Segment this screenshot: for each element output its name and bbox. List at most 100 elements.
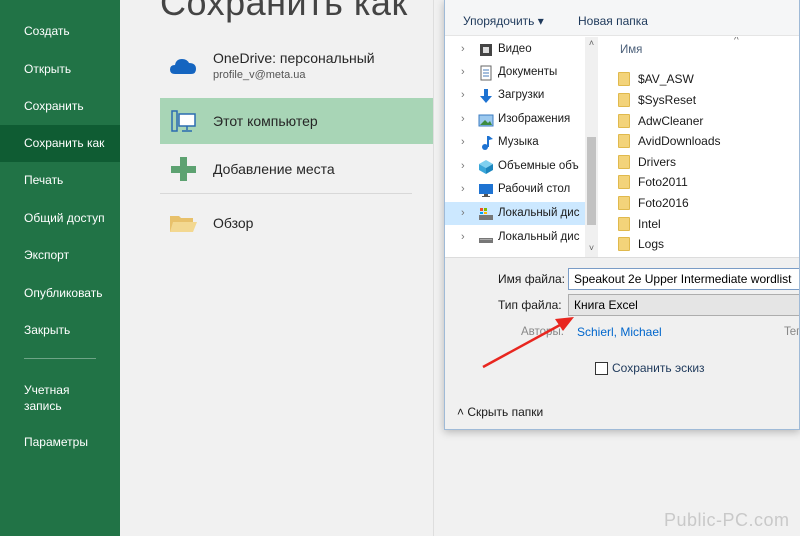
- nav-save[interactable]: Сохранить: [0, 88, 120, 125]
- tree-label: Изображения: [498, 113, 571, 125]
- tree-label: Локальный дис: [498, 207, 580, 219]
- download-icon: [480, 89, 492, 103]
- pictures-icon: [478, 114, 494, 127]
- tree-label: Загрузки: [498, 89, 545, 101]
- chevron-right-icon[interactable]: ›: [461, 66, 465, 78]
- nav-save-as[interactable]: Сохранить как: [0, 125, 120, 162]
- scroll-down-icon[interactable]: ˅: [585, 242, 598, 255]
- location-this-pc[interactable]: Этот компьютер: [160, 98, 433, 144]
- location-title: Обзор: [213, 215, 254, 231]
- file-name: Intel: [638, 217, 661, 231]
- tree-item-downloads[interactable]: › Загрузки: [445, 84, 585, 107]
- scroll-up-icon[interactable]: ˄: [585, 37, 598, 50]
- tree-item-video[interactable]: › Видео: [445, 38, 585, 61]
- save-locations-panel: Сохранить как OneDrive: персональный pro…: [120, 0, 433, 536]
- folder-open-icon: [170, 216, 197, 232]
- organize-button[interactable]: Упорядочить ▾: [463, 14, 544, 28]
- filetype-label: Тип файла:: [498, 298, 562, 312]
- chevron-right-icon[interactable]: ›: [461, 43, 465, 55]
- tree-scrollbar[interactable]: ˄ ˅: [585, 37, 598, 257]
- file-name: Foto2016: [638, 196, 689, 210]
- filename-label: Имя файла:: [498, 272, 565, 286]
- tree-label: Видео: [498, 43, 532, 55]
- folder-icon: [618, 175, 630, 189]
- save-as-dialog: Упорядочить ▾ Новая папка › Видео › Доку…: [444, 0, 800, 430]
- hide-folders-button[interactable]: ˄ Скрыть папки: [457, 405, 543, 419]
- desktop-icon: [479, 184, 493, 197]
- plus-icon: [171, 157, 196, 181]
- chevron-right-icon[interactable]: ›: [461, 231, 465, 243]
- chevron-right-icon[interactable]: ›: [461, 136, 465, 148]
- location-browse[interactable]: Обзор: [160, 200, 433, 246]
- drive-icon: [479, 238, 493, 243]
- watermark: Public-PC.com: [664, 510, 790, 530]
- save-thumbnail-label[interactable]: Сохранить эскиз: [612, 361, 705, 375]
- tree-label: Объемные объ: [498, 160, 579, 172]
- folder-icon: [618, 196, 630, 210]
- location-title: OneDrive: персональный: [213, 50, 375, 66]
- location-title: Этот компьютер: [213, 113, 318, 129]
- locations-divider: [160, 193, 412, 194]
- nav-options[interactable]: Параметры: [0, 424, 120, 461]
- chevron-right-icon[interactable]: ›: [461, 160, 465, 172]
- nav-share[interactable]: Общий доступ: [0, 200, 120, 237]
- column-header-name[interactable]: Имя: [620, 44, 642, 56]
- authors-value[interactable]: Schierl, Michael: [577, 325, 662, 339]
- tree-item-3d-objects[interactable]: › Объемные объ: [445, 155, 585, 178]
- file-name: Logs: [638, 237, 665, 251]
- nav-close[interactable]: Закрыть: [0, 312, 120, 349]
- music-icon: [482, 136, 493, 150]
- tree-item-local-disk-d[interactable]: › Локальный дис: [445, 226, 585, 249]
- scroll-thumb[interactable]: [587, 137, 596, 225]
- nav-account[interactable]: Учетная запись: [0, 380, 90, 417]
- folder-icon: [618, 237, 630, 251]
- sort-caret-icon: ^: [734, 37, 739, 46]
- chevron-right-icon[interactable]: ›: [461, 113, 465, 125]
- folder-icon: [618, 155, 630, 169]
- computer-icon: [171, 110, 196, 132]
- new-folder-button[interactable]: Новая папка: [578, 14, 648, 28]
- tree-label: Локальный дис: [498, 231, 580, 243]
- authors-label: Авторы:: [521, 326, 564, 338]
- chevron-right-icon[interactable]: ›: [461, 89, 465, 101]
- nav-open[interactable]: Открыть: [0, 51, 120, 88]
- tree-label: Документы: [498, 66, 558, 78]
- file-name: $AV_ASW: [638, 72, 694, 86]
- nav-new[interactable]: Создать: [0, 13, 120, 50]
- nav-publish[interactable]: Опубликовать: [0, 275, 120, 312]
- chevron-right-icon[interactable]: ›: [461, 207, 465, 219]
- file-name: Foto2011: [638, 175, 688, 189]
- nav-divider: [24, 358, 96, 359]
- tree-item-documents[interactable]: › Документы: [445, 61, 585, 84]
- location-title: Добавление места: [213, 161, 335, 177]
- tree-item-music[interactable]: › Музыка: [445, 131, 585, 154]
- file-name: $SysReset: [638, 93, 697, 107]
- filename-field[interactable]: Speakout 2e Upper Intermediate wordlist: [568, 268, 799, 290]
- backstage-nav: Создать Открыть Сохранить Сохранить как …: [0, 0, 120, 536]
- location-onedrive[interactable]: OneDrive: персональный profile_v@meta.ua: [160, 44, 433, 90]
- filetype-select[interactable]: Книга Excel: [568, 294, 799, 316]
- folder-icon: [618, 134, 630, 148]
- tree-label: Музыка: [498, 136, 539, 148]
- documents-icon: [480, 65, 492, 81]
- folder-icon: [618, 114, 630, 128]
- nav-export[interactable]: Экспорт: [0, 237, 120, 274]
- file-name: Drivers: [638, 155, 676, 169]
- drive-icon: [479, 208, 493, 220]
- tree-item-local-disk-c[interactable]: › Локальный дис: [445, 202, 585, 225]
- tree-label: Рабочий стол: [498, 183, 571, 195]
- cloud-icon: [170, 59, 196, 74]
- file-name: AvidDownloads: [638, 134, 721, 148]
- folder-icon: [618, 93, 630, 107]
- location-add-place[interactable]: Добавление места: [160, 146, 433, 192]
- folder-tree: › Видео › Документы › Загрузки › Изображ…: [445, 37, 598, 257]
- location-subtitle: profile_v@meta.ua: [213, 69, 306, 81]
- chevron-right-icon[interactable]: ›: [461, 183, 465, 195]
- tree-item-pictures[interactable]: › Изображения: [445, 108, 585, 131]
- page-title: Сохранить как: [160, 0, 408, 23]
- save-thumbnail-checkbox[interactable]: [595, 362, 608, 375]
- tree-item-desktop[interactable]: › Рабочий стол: [445, 178, 585, 201]
- 3d-objects-icon: [479, 160, 493, 174]
- nav-print[interactable]: Печать: [0, 162, 120, 199]
- folder-icon: [618, 72, 630, 86]
